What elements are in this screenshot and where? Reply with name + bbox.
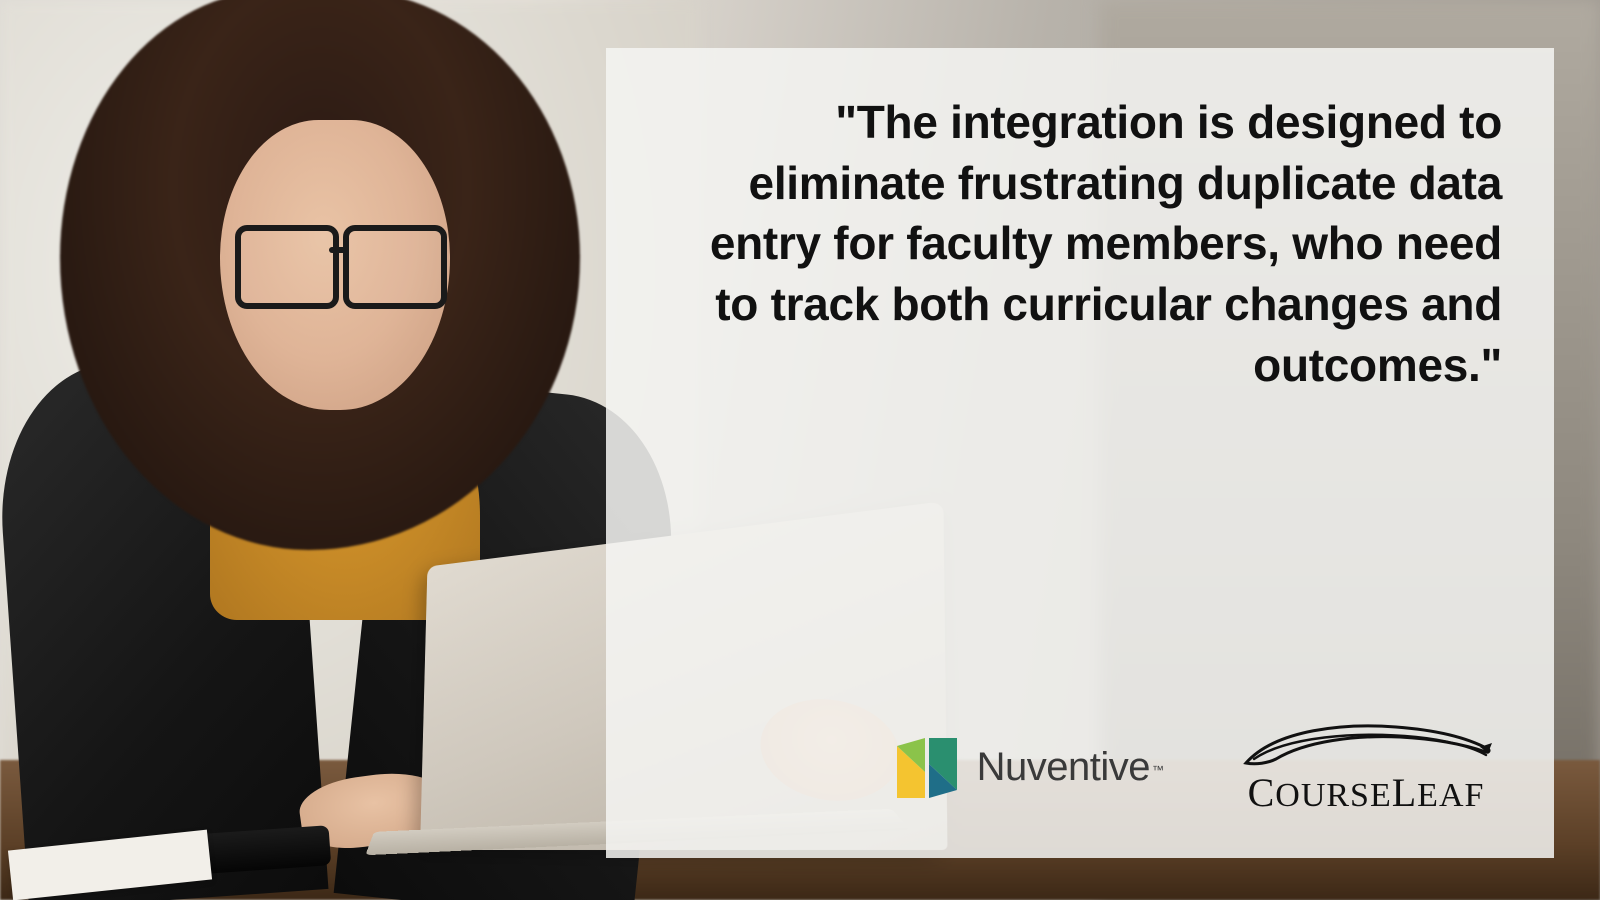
courseleaf-horse-icon xyxy=(1236,719,1496,767)
nuventive-name: Nuventive xyxy=(977,745,1150,789)
nuventive-logo: Nuventive™ xyxy=(891,732,1164,804)
courseleaf-wordmark: COURSELEAF xyxy=(1248,769,1485,816)
courseleaf-logo: COURSELEAF xyxy=(1236,719,1496,816)
quote-panel: "The integration is designed to eliminat… xyxy=(606,48,1554,858)
trademark-symbol: ™ xyxy=(1150,763,1164,777)
logo-row: Nuventive™ COURSELEAF xyxy=(658,719,1502,822)
glasses-icon xyxy=(235,225,445,303)
quote-text: "The integration is designed to eliminat… xyxy=(658,92,1502,396)
nuventive-wordmark: Nuventive™ xyxy=(977,745,1164,790)
promo-graphic: "The integration is designed to eliminat… xyxy=(0,0,1600,900)
nuventive-mark-icon xyxy=(891,732,963,804)
